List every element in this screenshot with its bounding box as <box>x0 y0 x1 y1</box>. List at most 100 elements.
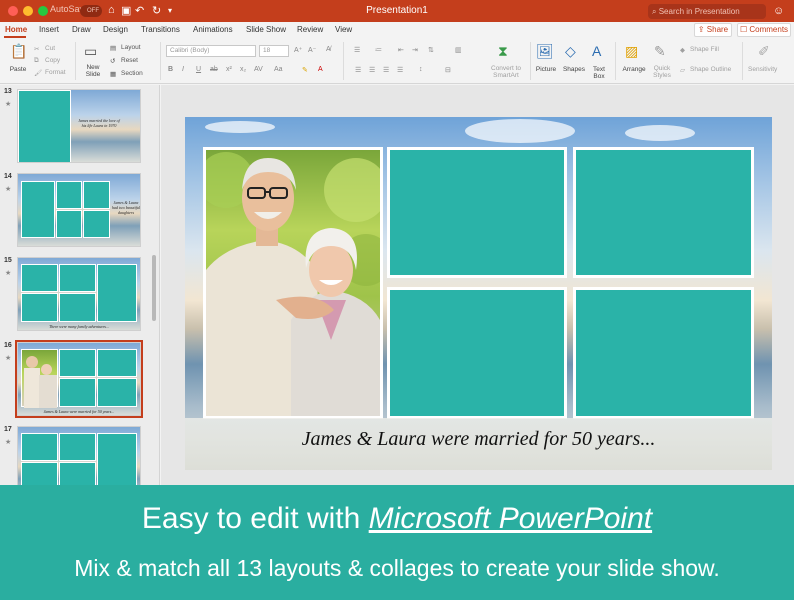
character-spacing-icon[interactable]: AV <box>254 66 263 73</box>
placeholder-box <box>56 181 82 209</box>
slide-thumbnail-14[interactable]: James & Laura had two beautiful daughter… <box>17 173 141 247</box>
cut-button[interactable]: Cut <box>45 45 55 52</box>
banner-headline-prefix: Easy to edit with <box>141 502 369 535</box>
numbering-icon[interactable]: ≔ <box>375 46 382 54</box>
align-text-icon[interactable]: ⊟ <box>445 66 451 74</box>
superscript-icon[interactable]: x² <box>226 66 232 73</box>
text-direction-icon[interactable]: ⇅ <box>428 46 434 54</box>
slide-thumbnail-13[interactable]: James married the love of his life Laura… <box>17 89 141 163</box>
thumbnail-scrollbar[interactable] <box>152 255 156 321</box>
change-case-icon[interactable]: Aa <box>274 66 283 73</box>
reset-button[interactable]: Reset <box>121 57 138 64</box>
section-button[interactable]: Section <box>121 70 143 77</box>
align-left-icon[interactable]: ☰ <box>355 66 361 74</box>
layout-button[interactable]: Layout <box>121 44 141 51</box>
search-input[interactable]: ⌕ Search in Presentation <box>648 4 766 19</box>
clear-formatting-icon[interactable]: A̸ <box>326 46 331 53</box>
decrease-indent-icon[interactable]: ⇤ <box>398 46 404 54</box>
tab-slide-show[interactable]: Slide Show <box>246 25 286 34</box>
account-icon[interactable]: ☺ <box>773 5 784 17</box>
shape-fill-button[interactable]: Shape Fill <box>690 46 719 53</box>
slide-caption[interactable]: James & Laura were married for 50 years.… <box>185 428 772 451</box>
section-icon: ▦ <box>110 71 117 78</box>
couple-photo-image <box>206 152 380 416</box>
copy-button[interactable]: Copy <box>45 57 60 64</box>
paste-icon[interactable]: 📋 <box>10 43 27 60</box>
format-painter-button[interactable]: Format <box>45 69 66 76</box>
cloud <box>205 121 275 133</box>
star-icon: ★ <box>5 439 12 446</box>
tab-design[interactable]: Design <box>103 25 128 34</box>
tab-transitions[interactable]: Transitions <box>141 25 180 34</box>
slide-thumbnail-17[interactable] <box>17 426 141 485</box>
picture-icon[interactable]: 🖼 <box>536 43 554 60</box>
photo-placeholder-4[interactable] <box>573 287 754 419</box>
shape-outline-icon: ▱ <box>680 67 685 74</box>
placeholder-box <box>59 462 96 485</box>
slide-number: 14 <box>4 173 12 180</box>
subscript-icon[interactable]: x₂ <box>240 66 246 73</box>
search-placeholder: Search in Presentation <box>658 7 740 16</box>
shapes-button[interactable]: Shapes <box>561 66 587 73</box>
tab-view[interactable]: View <box>335 25 352 34</box>
placeholder-box <box>59 264 96 292</box>
slide-thumbnail-15[interactable]: There were many family adventures... <box>17 257 141 331</box>
strikethrough-icon[interactable]: ab <box>210 66 218 73</box>
picture-button[interactable]: Picture <box>533 66 559 73</box>
new-slide-icon[interactable]: ▭ <box>84 43 97 60</box>
photo-placeholder-3[interactable] <box>387 287 567 419</box>
tab-home[interactable]: Home <box>5 25 27 34</box>
shapes-icon[interactable]: ◇ <box>565 43 576 60</box>
share-button[interactable]: ⇪ Share <box>694 23 732 37</box>
banner-subline: Mix & match all 13 layouts & collages to… <box>74 555 720 581</box>
align-center-icon[interactable]: ☰ <box>369 66 375 74</box>
copy-icon: ⧉ <box>34 57 39 64</box>
couple-photo[interactable] <box>203 147 383 419</box>
thumbnail-caption: James & Laura were married for 50 years.… <box>43 409 115 414</box>
underline-icon[interactable]: U <box>196 66 201 73</box>
bullets-icon[interactable]: ☰ <box>354 46 360 54</box>
sensitivity-button[interactable]: Sensitivity <box>748 66 777 73</box>
increase-font-icon[interactable]: A⁺ <box>294 46 302 54</box>
justify-icon[interactable]: ☰ <box>397 66 403 74</box>
slide-thumbnail-16[interactable]: James & Laura were married for 50 years.… <box>15 340 143 418</box>
shape-outline-button[interactable]: Shape Outline <box>690 66 731 73</box>
couple-photo-thumbnail <box>21 349 58 408</box>
font-size-dropdown[interactable]: 18 <box>259 45 289 57</box>
arrange-icon[interactable]: ▨ <box>625 43 638 60</box>
cut-icon: ✂ <box>34 46 40 53</box>
photo-placeholder-1[interactable] <box>387 147 567 278</box>
tab-review[interactable]: Review <box>297 25 323 34</box>
increase-indent-icon[interactable]: ⇥ <box>412 46 418 54</box>
placeholder-box <box>59 349 96 377</box>
text-box-button[interactable]: Text Box <box>589 66 609 80</box>
tab-draw[interactable]: Draw <box>72 25 91 34</box>
italic-icon[interactable]: I <box>182 66 184 73</box>
columns-icon[interactable]: ▥ <box>455 46 462 54</box>
font-color-icon[interactable]: A <box>318 66 323 73</box>
comments-button[interactable]: ☐ Comments <box>737 23 791 37</box>
placeholder-box <box>97 378 137 407</box>
ribbon-divider <box>343 42 344 80</box>
highlight-icon[interactable]: ✎ <box>302 66 308 74</box>
star-icon: ★ <box>5 101 12 108</box>
text-box-icon[interactable]: A <box>592 43 601 59</box>
align-right-icon[interactable]: ☰ <box>383 66 389 74</box>
convert-smartart-button[interactable]: Convert to SmartArt <box>487 65 525 79</box>
smartart-icon[interactable]: ⧗ <box>498 43 508 60</box>
line-spacing-icon[interactable]: ↕ <box>419 66 423 73</box>
tab-insert[interactable]: Insert <box>39 25 59 34</box>
quick-styles-button[interactable]: Quick Styles <box>650 65 674 79</box>
thumbnail-caption: There were many family adventures... <box>49 324 109 329</box>
font-name-dropdown[interactable]: Calibri (Body) <box>166 45 256 57</box>
arrange-button[interactable]: Arrange <box>620 66 648 73</box>
tab-animations[interactable]: Animations <box>193 25 233 34</box>
sensitivity-icon[interactable]: ✐ <box>758 43 770 60</box>
bold-icon[interactable]: B <box>168 66 173 73</box>
decrease-font-icon[interactable]: A⁻ <box>308 46 316 54</box>
paste-label[interactable]: Paste <box>6 66 30 73</box>
slide-thumbnail-panel[interactable]: 13 ★ James married the love of his life … <box>0 85 160 485</box>
photo-placeholder-2[interactable] <box>573 147 754 278</box>
new-slide-button[interactable]: New Slide <box>79 64 107 78</box>
quick-styles-icon[interactable]: ✎ <box>654 43 666 60</box>
